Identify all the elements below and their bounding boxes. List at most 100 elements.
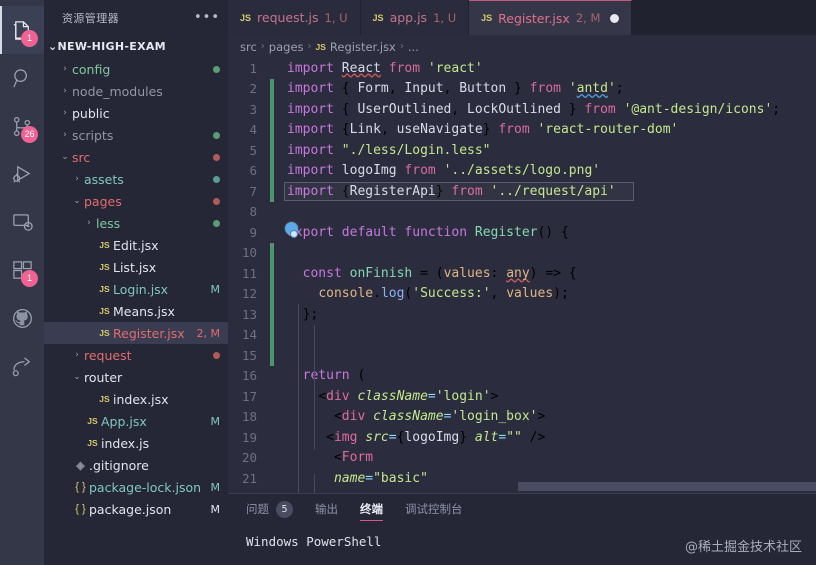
tree-item-status-badge: M bbox=[210, 282, 221, 296]
activity-item-search[interactable] bbox=[0, 54, 44, 102]
chevron-right-icon: › bbox=[399, 41, 404, 52]
breadcrumb-item[interactable]: pages bbox=[269, 40, 304, 54]
code-line: 2 import { Form, Input, Button } from 'an… bbox=[228, 78, 816, 99]
activity-item-explorer[interactable]: 1 bbox=[0, 6, 44, 54]
tree-item-means-jsx[interactable]: JS Means.jsx bbox=[44, 300, 228, 322]
panel-tab-label: 终端 bbox=[360, 502, 383, 516]
tree-item-scripts[interactable]: › scripts bbox=[44, 124, 228, 146]
code-line: 1 import React from 'react' bbox=[228, 58, 816, 79]
chevron-down-icon: ⌄ bbox=[73, 372, 81, 382]
activity-item-github[interactable] bbox=[0, 294, 44, 342]
js-file-icon: JS bbox=[372, 12, 384, 23]
code-line: 5 import "./less/Login.less" bbox=[228, 140, 816, 161]
chevron-down-icon: ⌄ bbox=[61, 152, 69, 162]
tree-item-router[interactable]: ⌄ router bbox=[44, 366, 228, 388]
tree-item-src[interactable]: ⌄ src bbox=[44, 146, 228, 168]
code-line: 11 const onFinish = (values: any) => { bbox=[228, 263, 816, 284]
activity-item-share[interactable] bbox=[0, 342, 44, 390]
panel-tab-count-badge: 5 bbox=[276, 500, 293, 518]
tree-item-package-json[interactable]: { } package.json M bbox=[44, 498, 228, 520]
editor-horizontal-scrollbar[interactable] bbox=[518, 482, 816, 491]
breadcrumb-item[interactable]: src bbox=[240, 40, 257, 54]
tree-item-label: Means.jsx bbox=[113, 303, 175, 319]
code-text: }; bbox=[287, 306, 319, 322]
sidebar-more-actions-icon[interactable]: ••• bbox=[194, 10, 220, 25]
panel-tab-debug-console[interactable]: 调试控制台 bbox=[405, 494, 463, 524]
indent-guide bbox=[298, 304, 299, 474]
tree-item-label: public bbox=[72, 105, 110, 121]
gutter-change-marker bbox=[270, 242, 274, 263]
line-number: 5 bbox=[249, 142, 257, 158]
tree-item-assets[interactable]: › assets bbox=[44, 168, 228, 190]
tree-item-public[interactable]: › public bbox=[44, 102, 228, 124]
js-file-icon: JS bbox=[99, 328, 110, 338]
tree-item--gitignore[interactable]: ◈ .gitignore bbox=[44, 454, 228, 476]
git-file-icon: ◈ bbox=[76, 459, 85, 472]
activity-item-run-and-debug[interactable] bbox=[0, 150, 44, 198]
tree-item-status-badge: M bbox=[210, 502, 221, 516]
explorer-badge: 1 bbox=[21, 30, 38, 47]
editor-tab-meta: 1, U bbox=[324, 10, 348, 25]
gutter-change-marker bbox=[270, 345, 274, 366]
editor-tab-label: request.js bbox=[257, 10, 319, 25]
sidebar-header: 资源管理器 ••• bbox=[44, 0, 228, 35]
tree-item-label: Edit.jsx bbox=[113, 237, 159, 253]
dirty-indicator-icon[interactable] bbox=[610, 13, 620, 23]
code-text: import { Form, Input, Button } from 'ant… bbox=[287, 81, 624, 97]
tree-item-register-jsx[interactable]: JS Register.jsx 2, M bbox=[44, 322, 228, 344]
line-number: 1 bbox=[249, 60, 257, 76]
tree-item-pages[interactable]: ⌄ pages bbox=[44, 190, 228, 212]
code-line: 12 console.log('Success:', values); bbox=[228, 283, 816, 304]
tree-item-less[interactable]: › less bbox=[44, 212, 228, 234]
tree-item-index-jsx[interactable]: JS index.jsx bbox=[44, 388, 228, 410]
line-number: 21 bbox=[241, 470, 257, 486]
chevron-right-icon: › bbox=[75, 350, 79, 360]
breadcrumb-item[interactable]: Register.jsx bbox=[330, 40, 396, 54]
code-text: import logoImg from '../assets/logo.png' bbox=[287, 163, 601, 179]
tree-item-list-jsx[interactable]: JS List.jsx bbox=[44, 256, 228, 278]
terminal-line: Windows PowerShell bbox=[246, 534, 382, 549]
js-file-icon: JS bbox=[87, 438, 98, 448]
activity-item-extensions[interactable]: 1 bbox=[0, 246, 44, 294]
panel-tab-terminal[interactable]: 终端 bbox=[360, 494, 383, 524]
tree-item-index-js[interactable]: JS index.js bbox=[44, 432, 228, 454]
tree-item-package-lock-json[interactable]: { } package-lock.json M bbox=[44, 476, 228, 498]
js-file-icon: JS bbox=[99, 394, 110, 404]
editor-tab-meta: 1, U bbox=[433, 10, 457, 25]
tree-item-label: index.jsx bbox=[113, 391, 169, 407]
tree-item-login-jsx[interactable]: JS Login.jsx M bbox=[44, 278, 228, 300]
code-line: 19 <img src={logoImg} alt="" /> bbox=[228, 427, 816, 448]
code-editor[interactable]: 1 import React from 'react' 2 import { Form… bbox=[228, 58, 816, 493]
editor-tab-request-js[interactable]: JS request.js 1, U bbox=[228, 0, 361, 35]
chevron-right-icon: › bbox=[63, 86, 67, 96]
code-text: <div className='login'> bbox=[287, 388, 499, 404]
tree-item-node-modules[interactable]: › node_modules bbox=[44, 80, 228, 102]
activity-item-source-control[interactable]: 26 bbox=[0, 102, 44, 150]
folder-status-dot bbox=[213, 219, 220, 227]
tree-item-config[interactable]: › config bbox=[44, 58, 228, 80]
tree-item-request[interactable]: › request bbox=[44, 344, 228, 366]
code-line: 13 }; bbox=[228, 304, 816, 325]
panel-tab-problems[interactable]: 问题 5 bbox=[246, 494, 293, 524]
tree-item-edit-jsx[interactable]: JS Edit.jsx bbox=[44, 234, 228, 256]
js-file-icon: JS bbox=[87, 416, 98, 426]
tree-item-label: pages bbox=[84, 193, 122, 209]
editor-tab-register-jsx[interactable]: JS Register.jsx 2, M bbox=[469, 0, 633, 35]
line-number: 8 bbox=[249, 204, 257, 220]
breadcrumb-item[interactable]: ... bbox=[408, 40, 419, 54]
panel-tab-label: 输出 bbox=[315, 502, 338, 516]
code-text: import {Link, useNavigate} from 'react-r… bbox=[287, 122, 679, 138]
activity-item-remote-explorer[interactable] bbox=[0, 198, 44, 246]
workspace-root-row[interactable]: ⌄ NEW-HIGH-EXAM bbox=[44, 35, 228, 57]
panel-tab-bar: 问题 5 输出 终端 调试控制台 bbox=[228, 494, 816, 524]
code-line: 9 export default function Register() { bbox=[228, 222, 816, 243]
editor-tab-app-js[interactable]: JS app.js 1, U bbox=[360, 0, 470, 35]
tree-item-label: package-lock.json bbox=[89, 479, 202, 495]
file-tree: › config › node_modules › public › scripts ⌄ src ›… bbox=[44, 57, 228, 565]
text-cursor-marker bbox=[285, 222, 298, 238]
panel-tab-output[interactable]: 输出 bbox=[315, 494, 338, 524]
tree-item-app-jsx[interactable]: JS App.jsx M bbox=[44, 410, 228, 432]
code-line: 14 bbox=[228, 324, 816, 345]
tree-item-label: package.json bbox=[89, 501, 172, 517]
line-number: 12 bbox=[241, 286, 257, 302]
